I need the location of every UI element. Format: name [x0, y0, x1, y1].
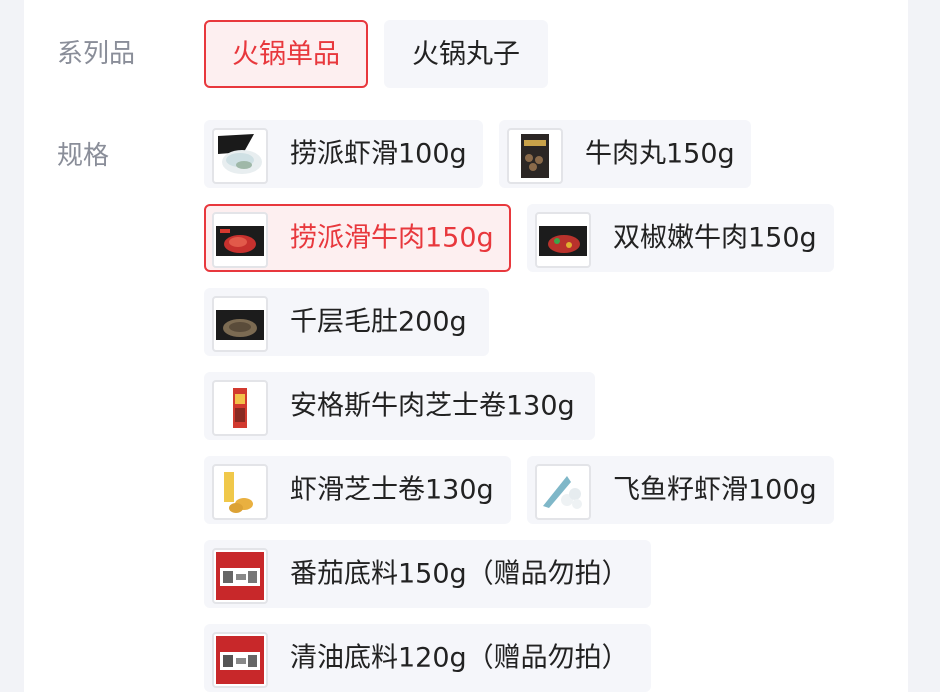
spec-option-label: 清油底料120g（赠品勿拍）: [290, 642, 629, 674]
spec-option-roe-shrimp-paste[interactable]: 飞鱼籽虾滑100g: [527, 456, 834, 524]
beef-ball-product-thumbnail: [507, 128, 563, 184]
spec-option-pepper-beef[interactable]: 双椒嫩牛肉150g: [527, 204, 834, 272]
shrimp-paste-product-thumbnail: [212, 128, 268, 184]
beef-cheese-roll-product-thumbnail: [212, 380, 268, 436]
spec-option-tomato-soup-base[interactable]: 番茄底料150g（赠品勿拍）: [204, 540, 651, 608]
oil-soup-base-product-thumbnail: [212, 632, 268, 688]
spec-option-label: 飞鱼籽虾滑100g: [613, 474, 817, 506]
series-option-label: 火锅单品: [232, 38, 340, 70]
product-options-panel: 系列品 火锅单品 火锅丸子 规格 捞派虾滑100g 牛肉丸150g 捞派滑牛肉1…: [24, 0, 908, 692]
spec-option-label: 牛肉丸150g: [585, 138, 735, 170]
spec-option-label: 捞派虾滑100g: [290, 138, 467, 170]
series-option-hotpot-single[interactable]: 火锅单品: [204, 20, 368, 88]
spec-option-label: 捞派滑牛肉150g: [290, 222, 494, 254]
spec-option-label: 虾滑芝士卷130g: [290, 474, 494, 506]
spec-option-label: 双椒嫩牛肉150g: [613, 222, 817, 254]
spec-option-shrimp-cheese-roll[interactable]: 虾滑芝士卷130g: [204, 456, 511, 524]
series-label: 系列品: [57, 39, 136, 69]
series-option-hotpot-balls[interactable]: 火锅丸子: [384, 20, 548, 88]
roe-shrimp-paste-product-thumbnail: [535, 464, 591, 520]
spec-option-beef-cheese-roll[interactable]: 安格斯牛肉芝士卷130g: [204, 372, 595, 440]
spec-option-label: 千层毛肚200g: [290, 306, 467, 338]
spec-label: 规格: [57, 141, 110, 171]
spec-option-label: 番茄底料150g（赠品勿拍）: [290, 558, 629, 590]
series-option-label: 火锅丸子: [412, 38, 520, 70]
shrimp-cheese-roll-product-thumbnail: [212, 464, 268, 520]
pepper-beef-product-thumbnail: [535, 212, 591, 268]
spec-option-beef-ball[interactable]: 牛肉丸150g: [499, 120, 751, 188]
spec-option-oil-soup-base[interactable]: 清油底料120g（赠品勿拍）: [204, 624, 651, 692]
tripe-product-thumbnail: [212, 296, 268, 352]
spec-option-shrimp-paste[interactable]: 捞派虾滑100g: [204, 120, 483, 188]
sliced-beef-product-thumbnail: [212, 212, 268, 268]
spec-option-sliced-beef[interactable]: 捞派滑牛肉150g: [204, 204, 511, 272]
tomato-soup-base-product-thumbnail: [212, 548, 268, 604]
spec-option-tripe[interactable]: 千层毛肚200g: [204, 288, 489, 356]
spec-option-label: 安格斯牛肉芝士卷130g: [290, 390, 575, 422]
